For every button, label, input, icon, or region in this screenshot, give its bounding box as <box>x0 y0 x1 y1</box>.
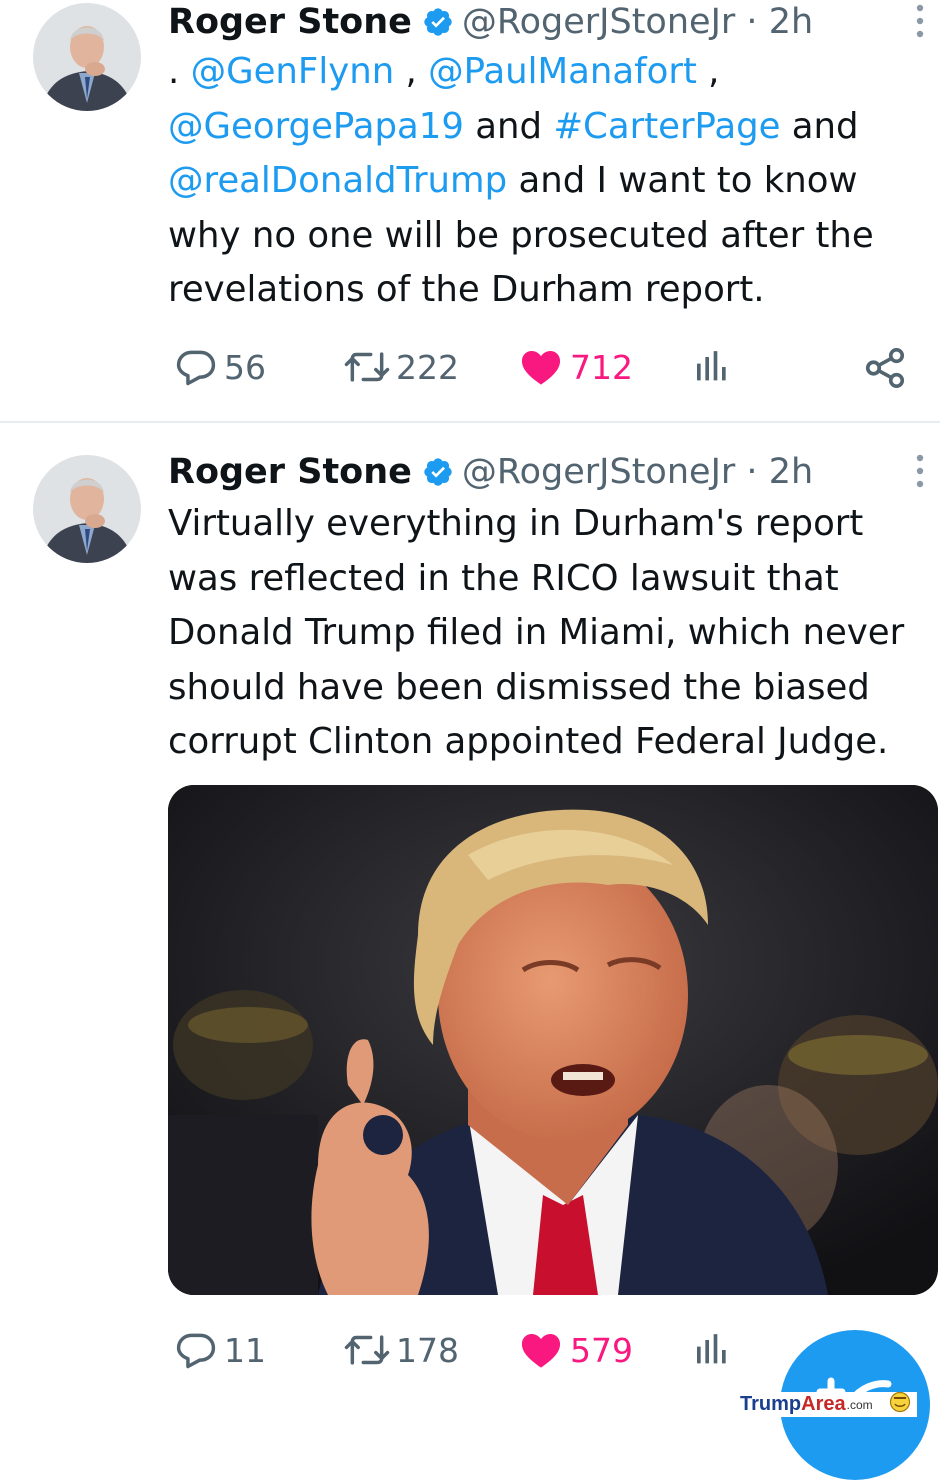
tweet-text: . @GenFlynn , @PaulManafort , @GeorgePap… <box>168 45 938 318</box>
separator: · <box>746 452 758 492</box>
tweet-header: Roger Stone @RogerJStoneJr · 2h <box>168 0 845 44</box>
more-icon[interactable] <box>914 4 926 42</box>
reply-count: 11 <box>224 1330 266 1370</box>
reply-button[interactable]: 56 <box>174 345 266 389</box>
reply-icon <box>174 1328 218 1372</box>
views-icon <box>692 345 732 389</box>
retweet-icon <box>342 1328 392 1372</box>
tweet-media-photo[interactable] <box>168 785 938 1295</box>
tweet-header: Roger Stone @RogerJStoneJr · 2h <box>168 450 845 494</box>
author-avatar[interactable] <box>33 3 141 111</box>
verified-icon <box>422 456 454 488</box>
tweet-time[interactable]: 2h <box>769 2 813 42</box>
tweet-text-segment: and <box>463 105 554 147</box>
mention-link[interactable]: @PaulManafort <box>428 51 697 92</box>
author-handle[interactable]: @RogerJStoneJr <box>462 452 735 492</box>
separator: · <box>746 2 758 42</box>
more-icon[interactable] <box>914 454 926 492</box>
retweet-button[interactable]: 178 <box>342 1328 459 1372</box>
smiley-icon <box>889 1391 911 1419</box>
tweet-text-segment: and <box>780 105 859 147</box>
tweet-text-segment: , <box>394 51 429 92</box>
retweet-count: 178 <box>396 1330 459 1370</box>
reply-button[interactable]: 11 <box>174 1328 266 1372</box>
author-name[interactable]: Roger Stone <box>168 452 412 492</box>
author-name[interactable]: Roger Stone <box>168 2 412 42</box>
reply-icon <box>174 345 218 389</box>
like-button[interactable]: 579 <box>518 1328 633 1372</box>
like-count: 579 <box>570 1330 633 1370</box>
author-handle[interactable]: @RogerJStoneJr <box>462 2 735 42</box>
like-icon <box>518 1328 564 1372</box>
retweet-button[interactable]: 222 <box>342 345 459 389</box>
views-icon <box>692 1328 732 1372</box>
reply-count: 56 <box>224 347 266 387</box>
tweet-time[interactable]: 2h <box>769 452 813 492</box>
tweet-divider <box>0 421 940 423</box>
mention-link[interactable]: @GeorgePapa19 <box>168 106 464 147</box>
retweet-count: 222 <box>396 347 459 387</box>
tweet-text-segment: . <box>168 51 191 92</box>
author-avatar[interactable] <box>33 455 141 563</box>
compose-icon <box>780 1377 930 1484</box>
like-icon <box>518 345 564 389</box>
tweet-text: Virtually everything in Durham's report … <box>168 503 905 762</box>
like-count: 712 <box>570 347 633 387</box>
like-button[interactable]: 712 <box>518 345 633 389</box>
views-button[interactable] <box>692 345 732 389</box>
tweet-actions: 56 222 712 <box>0 345 940 395</box>
mention-link[interactable]: @GenFlynn <box>191 51 395 92</box>
verified-icon <box>422 6 454 38</box>
tweet-1[interactable]: Roger Stone @RogerJStoneJr · 2h . @GenFl… <box>0 0 940 420</box>
share-button[interactable] <box>862 345 908 391</box>
site-watermark: Trump Area .com <box>738 1391 917 1419</box>
share-icon <box>862 345 908 391</box>
hashtag-link[interactable]: #CarterPage <box>553 106 780 147</box>
retweet-icon <box>342 345 392 389</box>
mention-link[interactable]: @realDonaldTrump <box>168 160 507 201</box>
views-button[interactable] <box>692 1328 732 1372</box>
tweet-text-segment: , <box>696 51 720 92</box>
